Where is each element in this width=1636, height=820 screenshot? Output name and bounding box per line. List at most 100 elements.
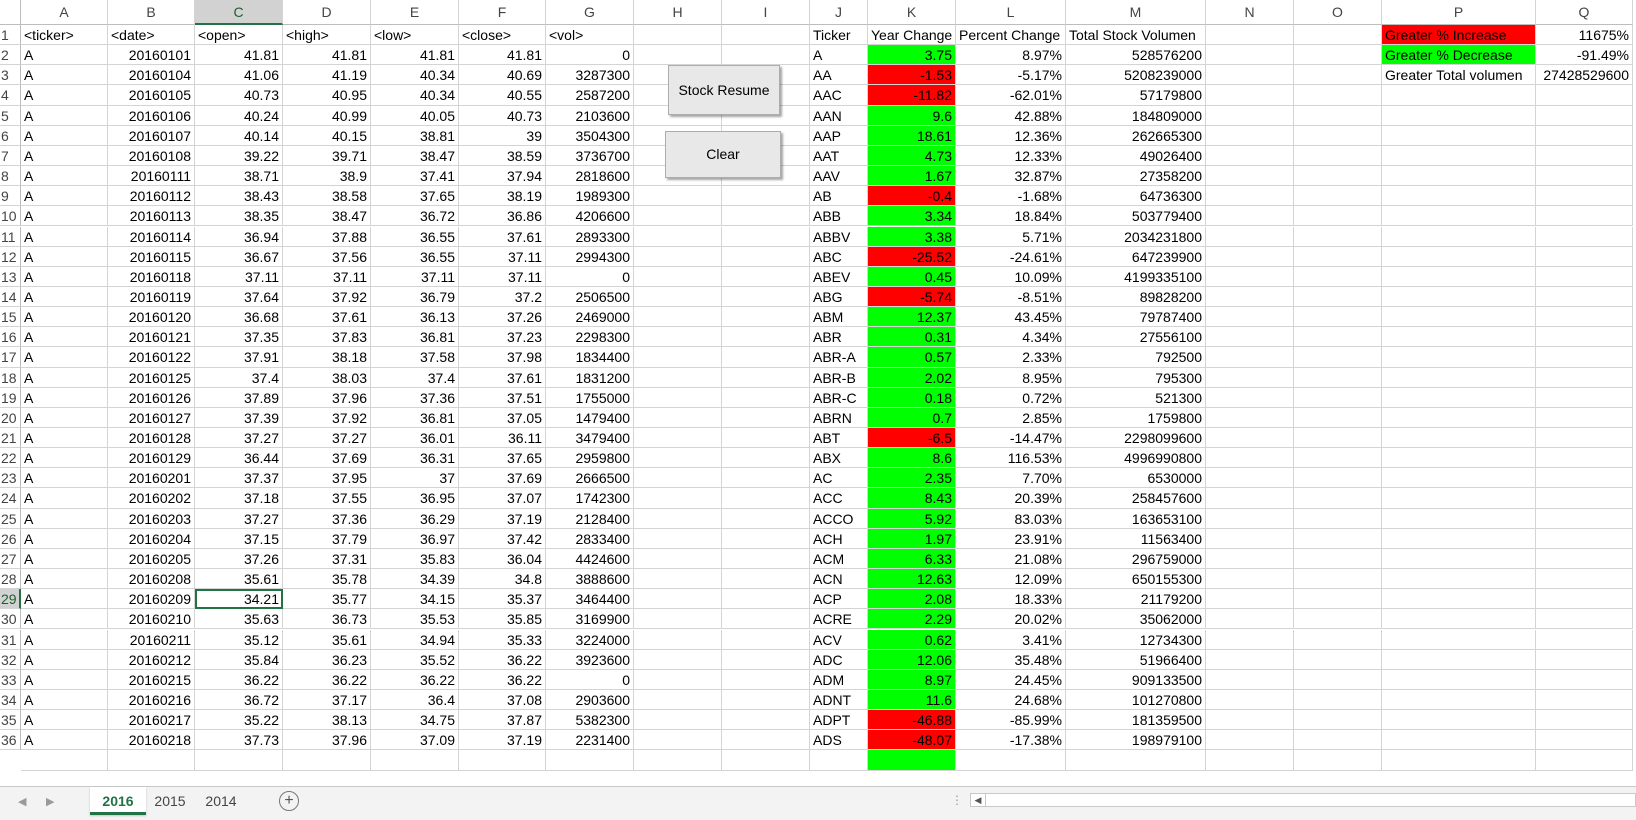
total-volume-cell[interactable]: 163653100 xyxy=(1066,508,1206,529)
grid-cell[interactable] xyxy=(722,246,810,267)
column-header-e[interactable]: E xyxy=(371,0,459,25)
data-cell[interactable]: 37.83 xyxy=(283,327,371,348)
grid-cell[interactable] xyxy=(1536,246,1633,267)
grid-cell[interactable] xyxy=(1382,508,1536,529)
nav-next-sheet-icon[interactable]: ▶ xyxy=(46,795,54,808)
data-cell[interactable]: 20160218 xyxy=(108,730,195,751)
data-cell[interactable]: 37.4 xyxy=(195,367,283,388)
ticker-cell[interactable]: AA xyxy=(810,65,868,86)
data-cell[interactable]: 3923600 xyxy=(546,649,634,670)
grid-cell[interactable] xyxy=(1206,468,1294,489)
data-cell[interactable]: 36.11 xyxy=(459,428,546,449)
percent-change-cell[interactable]: 20.39% xyxy=(956,488,1066,509)
grid-cell[interactable] xyxy=(1382,307,1536,328)
data-cell[interactable]: 36.79 xyxy=(371,286,459,308)
year-change-cell[interactable]: 5.92 xyxy=(868,508,956,529)
data-cell[interactable]: 2103600 xyxy=(546,105,634,126)
grid-cell[interactable] xyxy=(1536,105,1633,126)
grid-cell[interactable] xyxy=(1536,367,1633,388)
data-cell[interactable]: 35.84 xyxy=(195,649,283,670)
raw-header-cell[interactable]: <high> xyxy=(283,25,371,46)
grid-cell[interactable] xyxy=(459,750,546,771)
year-change-cell[interactable]: -0.4 xyxy=(868,186,956,207)
grid-cell[interactable] xyxy=(1536,206,1633,227)
nav-prev-sheet-icon[interactable]: ◀ xyxy=(18,795,26,808)
grid-cell[interactable] xyxy=(1536,387,1633,408)
row-header[interactable]: 5 xyxy=(0,105,21,126)
data-cell[interactable]: 38.13 xyxy=(283,710,371,731)
data-cell[interactable]: 36.23 xyxy=(283,649,371,670)
year-change-cell[interactable]: -11.82 xyxy=(868,85,956,106)
grid-cell[interactable] xyxy=(1536,145,1633,167)
grid-cell[interactable] xyxy=(722,730,810,751)
grid-cell[interactable] xyxy=(1066,750,1206,771)
percent-change-cell[interactable]: 8.95% xyxy=(956,367,1066,388)
grid-cell[interactable] xyxy=(1536,286,1633,308)
row-header[interactable]: 30 xyxy=(0,609,21,630)
scroll-left-icon[interactable]: ◀ xyxy=(971,794,986,806)
grid-cell[interactable] xyxy=(1382,609,1536,630)
data-cell[interactable]: 2587200 xyxy=(546,85,634,106)
percent-change-cell[interactable]: -17.38% xyxy=(956,730,1066,751)
data-cell[interactable]: 35.85 xyxy=(459,609,546,630)
year-change-cell[interactable]: 0.7 xyxy=(868,407,956,428)
data-cell[interactable]: 35.33 xyxy=(459,629,546,650)
total-volume-cell[interactable]: 12734300 xyxy=(1066,629,1206,650)
percent-change-cell[interactable]: 2.85% xyxy=(956,407,1066,428)
row-header[interactable]: 7 xyxy=(0,145,21,167)
data-cell[interactable]: 36.4 xyxy=(371,689,459,711)
ticker-cell[interactable]: ABR xyxy=(810,327,868,348)
data-cell[interactable]: A xyxy=(21,186,108,207)
grid-cell[interactable] xyxy=(1206,428,1294,449)
data-cell[interactable]: 3736700 xyxy=(546,145,634,167)
grid-cell[interactable] xyxy=(1206,669,1294,690)
data-cell[interactable]: A xyxy=(21,45,108,66)
data-cell[interactable]: A xyxy=(21,85,108,106)
data-cell[interactable]: 41.06 xyxy=(195,65,283,86)
column-header-f[interactable]: F xyxy=(459,0,546,25)
grid-cell[interactable] xyxy=(1294,407,1382,428)
ticker-cell[interactable]: ABM xyxy=(810,307,868,328)
grid-cell[interactable] xyxy=(722,387,810,408)
row-header[interactable]: 35 xyxy=(0,710,21,731)
raw-header-cell[interactable]: <low> xyxy=(371,25,459,46)
data-cell[interactable]: 36.68 xyxy=(195,307,283,328)
percent-change-cell[interactable]: -85.99% xyxy=(956,710,1066,731)
column-header-n[interactable]: N xyxy=(1206,0,1294,25)
ticker-cell[interactable]: ADS xyxy=(810,730,868,751)
ticker-cell[interactable]: ABR-A xyxy=(810,347,868,368)
percent-change-cell[interactable]: 43.45% xyxy=(956,307,1066,328)
data-cell[interactable]: 1831200 xyxy=(546,367,634,388)
grid-cell[interactable] xyxy=(1206,125,1294,146)
grid-cell[interactable] xyxy=(810,750,868,771)
data-cell[interactable]: 20160212 xyxy=(108,649,195,670)
ticker-cell[interactable]: A xyxy=(810,45,868,66)
greatest-label-cell[interactable]: Greater % Increase xyxy=(1382,25,1536,46)
grid-cell[interactable] xyxy=(1382,407,1536,428)
grid-cell[interactable] xyxy=(634,508,722,529)
grid-cell[interactable] xyxy=(1294,307,1382,328)
spreadsheet-grid[interactable]: A B C D E F G H I J K L M N O P Q 1 2 3 4 5 6 7 8 9 10 11 12 13 14 15 16… xyxy=(0,0,1636,786)
grid-cell[interactable] xyxy=(634,468,722,489)
grid-cell[interactable] xyxy=(634,367,722,388)
data-cell[interactable]: 20160211 xyxy=(108,629,195,650)
year-change-cell[interactable]: 8.6 xyxy=(868,448,956,469)
data-cell[interactable]: 20160108 xyxy=(108,145,195,167)
year-change-cell[interactable]: 2.02 xyxy=(868,367,956,388)
data-cell[interactable]: A xyxy=(21,347,108,368)
data-cell[interactable]: 36.31 xyxy=(371,448,459,469)
year-change-cell[interactable]: 3.75 xyxy=(868,45,956,66)
data-cell[interactable]: 5382300 xyxy=(546,710,634,731)
grid-cell[interactable] xyxy=(722,367,810,388)
grid-cell[interactable] xyxy=(634,689,722,711)
data-cell[interactable]: 20160106 xyxy=(108,105,195,126)
data-cell[interactable]: 37.95 xyxy=(283,468,371,489)
ticker-cell[interactable]: ABR-B xyxy=(810,367,868,388)
grid-cell[interactable] xyxy=(1294,367,1382,388)
data-cell[interactable]: 35.22 xyxy=(195,710,283,731)
row-header[interactable]: 22 xyxy=(0,448,21,469)
grid-cell[interactable] xyxy=(634,669,722,690)
data-cell[interactable]: 38.81 xyxy=(371,125,459,146)
grid-cell[interactable] xyxy=(1206,689,1294,711)
ticker-cell[interactable]: AAT xyxy=(810,145,868,167)
